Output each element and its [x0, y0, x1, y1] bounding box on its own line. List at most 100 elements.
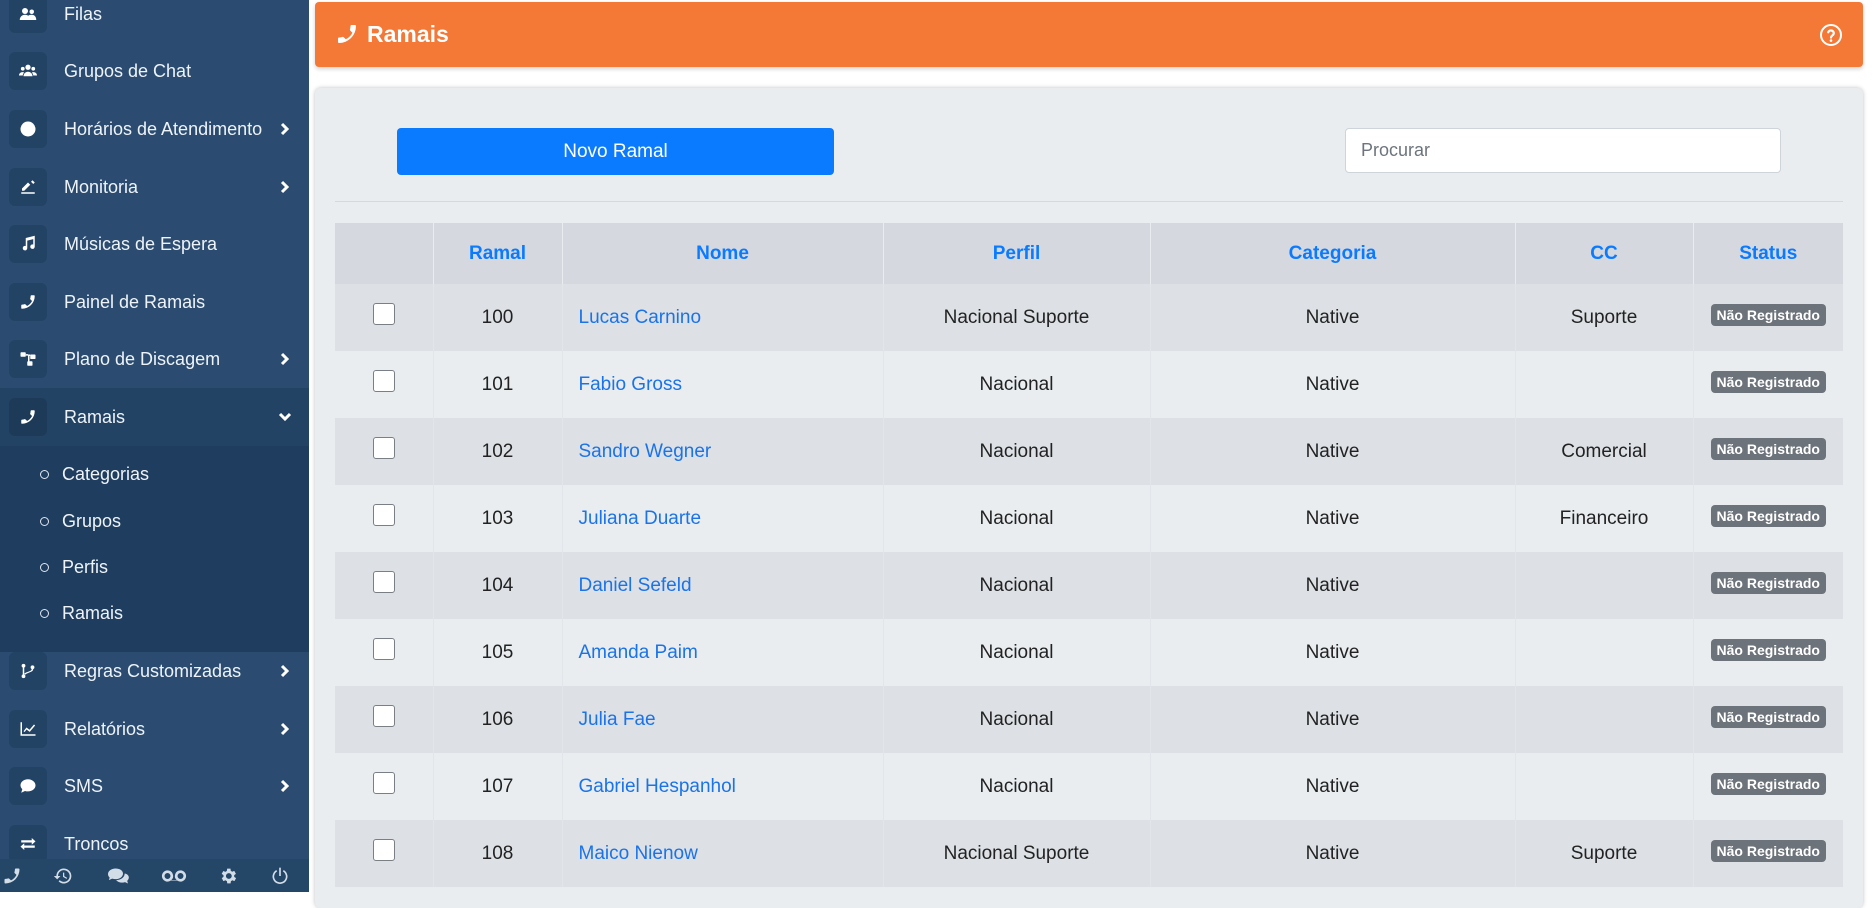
- submenu-item-ramais[interactable]: Ramais: [0, 591, 309, 635]
- sidebar-item-label: Ramais: [64, 406, 126, 427]
- row-checkbox[interactable]: [372, 437, 395, 460]
- phone-icon[interactable]: [2, 866, 22, 886]
- phone-icon: [335, 22, 359, 46]
- sidebar-item-regras-customizadas[interactable]: Regras Customizadas: [0, 642, 309, 700]
- submenu-item-perfis[interactable]: Perfis: [0, 545, 309, 589]
- column-header-cc[interactable]: CC: [1515, 223, 1694, 284]
- perfil-cell: Nacional Suporte: [883, 820, 1151, 887]
- ramal-cell: 103: [433, 485, 563, 552]
- nome-link[interactable]: Daniel Sefeld: [562, 552, 884, 619]
- sidebar-item-musicas-de-espera[interactable]: Músicas de Espera: [0, 215, 309, 273]
- select-cell: [335, 820, 434, 887]
- nome-link[interactable]: Gabriel Hespanhol: [562, 753, 884, 820]
- music-icon: [9, 225, 47, 263]
- status-cell: Não Registrado: [1693, 686, 1843, 753]
- row-checkbox[interactable]: [372, 303, 395, 326]
- nome-link[interactable]: Fabio Gross: [562, 351, 884, 418]
- nome-link[interactable]: Amanda Paim: [562, 619, 884, 686]
- status-cell: Não Registrado: [1693, 820, 1843, 887]
- status-cell: Não Registrado: [1693, 418, 1843, 485]
- categoria-cell: Native: [1150, 284, 1516, 351]
- page-title: Ramais: [367, 21, 449, 47]
- sidebar-item-label: Filas: [64, 3, 103, 24]
- select-cell: [335, 418, 434, 485]
- sidebar-item-label: Músicas de Espera: [64, 233, 218, 254]
- cc-cell: [1515, 552, 1694, 619]
- phone-icon: [9, 398, 47, 436]
- column-header-status[interactable]: Status: [1693, 223, 1843, 284]
- sidebar-item-sms[interactable]: SMS: [0, 757, 309, 815]
- page-header: Ramais: [315, 2, 1863, 67]
- ramal-cell: 104: [433, 552, 563, 619]
- perfil-cell: Nacional: [883, 753, 1151, 820]
- select-cell: [335, 552, 434, 619]
- nome-link[interactable]: Maico Nienow: [562, 820, 884, 887]
- select-cell: [335, 686, 434, 753]
- comments-icon[interactable]: [106, 866, 130, 886]
- submenu-item-grupos[interactable]: Grupos: [0, 499, 309, 543]
- ramal-cell: 106: [433, 686, 563, 753]
- sidebar-item-ramais[interactable]: Ramais: [0, 388, 309, 446]
- power-icon[interactable]: [270, 866, 290, 886]
- table-row: 102 Sandro Wegner Nacional Native Comerc…: [335, 418, 1843, 485]
- sidebar-item-label: Relatórios: [64, 718, 146, 739]
- table-row: 108 Maico Nienow Nacional Suporte Native…: [335, 820, 1843, 887]
- row-checkbox[interactable]: [372, 839, 395, 862]
- table-row: 104 Daniel Sefeld Nacional Native Não Re…: [335, 552, 1843, 619]
- sidebar-item-grupos-de-chat[interactable]: Grupos de Chat: [0, 42, 309, 100]
- categoria-cell: Native: [1150, 619, 1516, 686]
- ramais-table: Ramal Nome Perfil Categoria CC Status 10…: [335, 223, 1843, 887]
- sidebar-item-label: SMS: [64, 775, 104, 796]
- row-checkbox[interactable]: [372, 370, 395, 393]
- row-checkbox[interactable]: [372, 571, 395, 594]
- chevron-right-icon: [278, 664, 292, 678]
- column-header-ramal[interactable]: Ramal: [433, 223, 563, 284]
- table-row: 106 Julia Fae Nacional Native Não Regist…: [335, 686, 1843, 753]
- chevron-down-icon: [278, 410, 292, 424]
- cc-cell: Financeiro: [1515, 485, 1694, 552]
- code-branch-icon: [9, 652, 47, 690]
- status-badge: Não Registrado: [1710, 370, 1826, 393]
- row-checkbox[interactable]: [372, 638, 395, 661]
- search-input[interactable]: [1345, 128, 1781, 173]
- signature-icon: [9, 168, 47, 206]
- sitemap-icon: [9, 340, 47, 378]
- sms-icon: [9, 767, 47, 805]
- column-header-categoria[interactable]: Categoria: [1150, 223, 1516, 284]
- nome-link[interactable]: Lucas Carnino: [562, 284, 884, 351]
- row-checkbox[interactable]: [372, 504, 395, 527]
- select-cell: [335, 351, 434, 418]
- sidebar-item-monitoria[interactable]: Monitoria: [0, 158, 309, 216]
- chevron-right-icon: [278, 779, 292, 793]
- history-icon[interactable]: [53, 866, 73, 886]
- sidebar-item-relatorios[interactable]: Relatórios: [0, 700, 309, 758]
- row-checkbox[interactable]: [372, 772, 395, 795]
- cc-cell: [1515, 351, 1694, 418]
- perfil-cell: Nacional: [883, 351, 1151, 418]
- sidebar-item-label: Monitoria: [64, 176, 139, 197]
- column-header-perfil[interactable]: Perfil: [883, 223, 1151, 284]
- sidebar-item-plano-de-discagem[interactable]: Plano de Discagem: [0, 330, 309, 388]
- chevron-right-icon: [278, 352, 292, 366]
- column-header-nome[interactable]: Nome: [562, 223, 884, 284]
- nome-link[interactable]: Juliana Duarte: [562, 485, 884, 552]
- categoria-cell: Native: [1150, 351, 1516, 418]
- sidebar-item-horarios-de-atendimento[interactable]: Horários de Atendimento: [0, 100, 309, 158]
- users-icon: [9, 0, 47, 33]
- row-checkbox[interactable]: [372, 705, 395, 728]
- question-circle-icon[interactable]: [1819, 23, 1843, 47]
- status-cell: Não Registrado: [1693, 552, 1843, 619]
- nome-link[interactable]: Julia Fae: [562, 686, 884, 753]
- sidebar-item-painel-de-ramais[interactable]: Painel de Ramais: [0, 273, 309, 331]
- status-cell: Não Registrado: [1693, 619, 1843, 686]
- sidebar-item-filas[interactable]: Filas: [0, 0, 309, 43]
- ramal-cell: 108: [433, 820, 563, 887]
- submenu-item-label: Perfis: [62, 556, 109, 577]
- gear-icon[interactable]: [218, 866, 238, 886]
- cc-cell: [1515, 753, 1694, 820]
- nome-link[interactable]: Sandro Wegner: [562, 418, 884, 485]
- submenu-item-categorias[interactable]: Categorias: [0, 452, 309, 496]
- perfil-cell: Nacional: [883, 619, 1151, 686]
- voicemail-icon[interactable]: [161, 866, 187, 886]
- new-ramal-button[interactable]: Novo Ramal: [397, 128, 834, 175]
